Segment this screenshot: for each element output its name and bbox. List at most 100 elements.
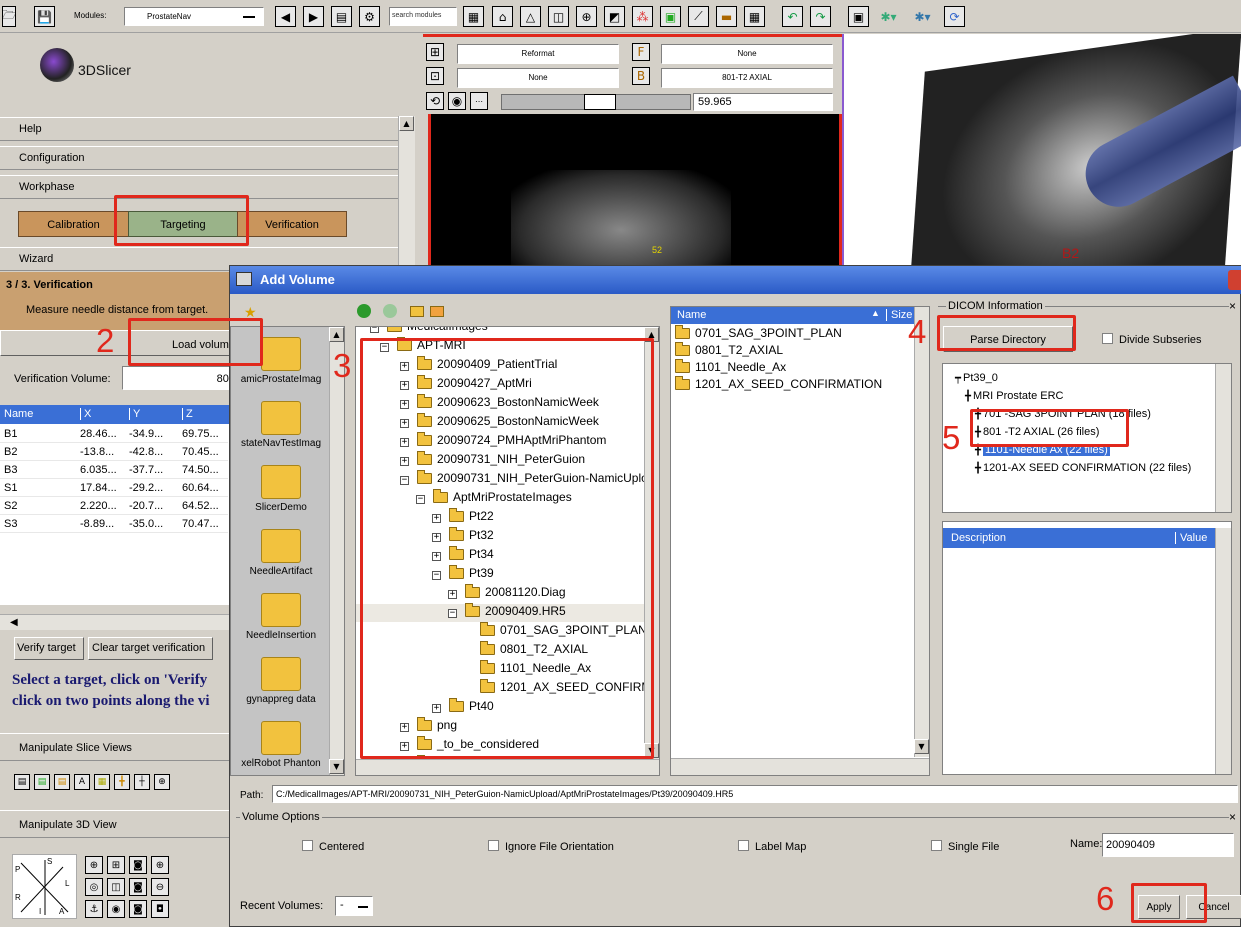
view-3d-btn-12-icon[interactable]: ◘ [151,900,169,918]
file-item[interactable]: 0801_T2_AXIAL [675,342,783,361]
next-module-icon[interactable]: ▶ [303,6,324,27]
slice-btn-3-icon[interactable]: ▤ [54,774,70,790]
tree-scrollbar-h[interactable] [356,759,659,775]
table-row[interactable]: B1 28.46... -34.9... 69.75... [0,425,228,443]
view-3d-btn-5-icon[interactable]: ◎ [85,878,103,896]
divide-subseries-checkbox[interactable]: Divide Subseries [1102,333,1202,346]
slice-btn-8-icon[interactable]: ⊕ [154,774,170,790]
slice-btn-7-icon[interactable]: ┼ [134,774,150,790]
redo-icon[interactable]: ↷ [810,6,831,27]
fg-volume-select[interactable]: None [661,44,833,64]
new-folder-icon[interactable] [430,306,444,317]
orientation-cube[interactable]: P S L R I A [12,854,77,919]
shortcut-item[interactable]: SlicerDemo [231,465,331,513]
bg-layer-icon[interactable]: B [632,67,650,85]
help-section[interactable]: Help [0,117,398,141]
column-header[interactable]: Y [129,408,176,420]
dicom-node[interactable]: ╋ MRI Prostate ERC [965,390,1064,408]
column-header[interactable]: Name [4,408,74,420]
clear-target-verification-button[interactable]: Clear target verification [88,637,213,660]
expander-icon[interactable]: − [370,327,379,333]
slice-offset-input[interactable]: 59.965 [693,93,833,111]
value-column-header[interactable]: Value [1175,532,1207,544]
shortcut-item[interactable]: stateNavTestImag [231,401,331,449]
forward-icon[interactable] [383,304,397,318]
view-3d-btn-10-icon[interactable]: ◉ [107,900,125,918]
shortcut-item[interactable]: NeedleInsertion [231,593,331,641]
table-row[interactable]: B2 -13.8... -42.8... 70.45... [0,443,228,461]
tab-calibration[interactable]: Calibration [18,211,129,237]
column-header[interactable]: X [80,408,123,420]
tree-node[interactable]: − MedicalImages [370,327,488,337]
slice-slider[interactable] [501,94,691,110]
up-folder-icon[interactable] [410,306,424,317]
save-icon[interactable]: 💾 [34,6,55,27]
view-3d-btn-3-icon[interactable]: ◙ [129,856,147,874]
view-3d-btn-1-icon[interactable]: ⊕ [85,856,103,874]
open-icon[interactable]: 🗁 [2,6,16,27]
view-3d-btn-2-icon[interactable]: ⊞ [107,856,125,874]
close-icon[interactable] [1228,270,1241,290]
file-scrollbar-h[interactable] [671,758,929,775]
volume-name-input[interactable]: 20090409 [1102,833,1234,857]
dicom-close-icon[interactable]: × [1228,299,1236,313]
undo-icon[interactable]: ↶ [782,6,803,27]
file-scrollbar-v[interactable]: ▼ [914,307,929,757]
table-row[interactable]: B3 6.035... -37.7... 74.50... [0,461,228,479]
verification-volume-select[interactable]: 801 [122,366,240,390]
layout-icon-2[interactable]: ◫ [548,6,569,27]
orientation-select[interactable]: Reformat [457,44,619,64]
dicom-node[interactable]: ┯ Pt39_0 [955,372,998,390]
path-field[interactable]: C:/MedicalImages/APT-MRI/20090731_NIH_Pe… [272,785,1238,803]
chart-icon[interactable]: ▬ [716,6,737,27]
eye-icon[interactable]: ◉ [448,92,466,110]
zoom-out-icon[interactable]: ⊖ [151,878,169,896]
slice-viewer[interactable]: 52 [428,114,842,274]
fiducial-place-icon[interactable]: ✱▾ [912,6,933,27]
module-settings-icon[interactable]: ⚙ [359,6,380,27]
screenshot-icon[interactable]: ▣ [848,6,869,27]
layout-icon-5[interactable]: ▣ [660,6,681,27]
description-column-header[interactable]: Description [951,532,1006,544]
view-3d-btn-11-icon[interactable]: ◙ [129,900,147,918]
triangle-icon[interactable]: △ [520,6,541,27]
prev-module-icon[interactable]: ◀ [275,6,296,27]
3d-viewer[interactable]: B2 [842,34,1241,274]
single-file-checkbox[interactable]: Single File [931,840,999,853]
layout-icon-1[interactable]: ▦ [463,6,484,27]
view-3d-btn-7-icon[interactable]: ◙ [129,878,147,896]
shortcut-item[interactable]: xelRobot Phanton [231,721,331,769]
slice-btn-2-icon[interactable]: ▤ [34,774,50,790]
recent-volumes-select[interactable]: - [335,896,373,916]
module-selector[interactable]: ProstateNav [124,7,264,26]
slice-btn-1-icon[interactable]: ▤ [14,774,30,790]
grid-icon[interactable]: ▦ [744,6,765,27]
table-row[interactable]: S3 -8.89... -35.0... 70.47... [0,515,228,533]
more-icon[interactable]: ⋯ [470,92,488,110]
column-header[interactable]: Z [182,408,226,420]
bg-volume-select[interactable]: 801-T2 AXIAL [661,68,833,88]
centered-checkbox[interactable]: Centered [302,840,364,853]
fg-layer-icon[interactable]: F [632,43,650,61]
back-icon[interactable] [357,304,371,318]
label-volume-select[interactable]: None [457,68,619,88]
refresh-icon[interactable]: ⟳ [944,6,965,27]
slice-btn-5-icon[interactable]: ▦ [94,774,110,790]
shortcut-item[interactable]: gynappreg data [231,657,331,705]
target-icon[interactable]: ⊕ [576,6,597,27]
rotate-icon[interactable]: ⟲ [426,92,444,110]
volume-options-close-icon[interactable]: × [1228,810,1236,824]
slice-slider-handle[interactable] [584,94,616,110]
dialog-title-bar[interactable]: Add Volume [230,266,1241,294]
configuration-section[interactable]: Configuration [0,146,398,170]
fiducial-icon[interactable]: ✱▾ [878,6,899,27]
shortcuts-scrollbar[interactable]: ▲ ▼ [329,327,344,775]
tab-verification[interactable]: Verification [237,211,347,237]
ignore-orientation-checkbox[interactable]: Ignore File Orientation [488,840,614,853]
link-icon[interactable]: ⊡ [426,67,444,85]
table-scrollbar[interactable]: ◀ [0,614,240,630]
slice-btn-6-icon[interactable]: ╋ [114,774,130,790]
dicom-tree-scrollbar[interactable] [1215,364,1231,512]
table-row[interactable]: S1 17.84... -29.2... 60.64... [0,479,228,497]
file-item[interactable]: 1201_AX_SEED_CONFIRMATION [675,376,882,395]
